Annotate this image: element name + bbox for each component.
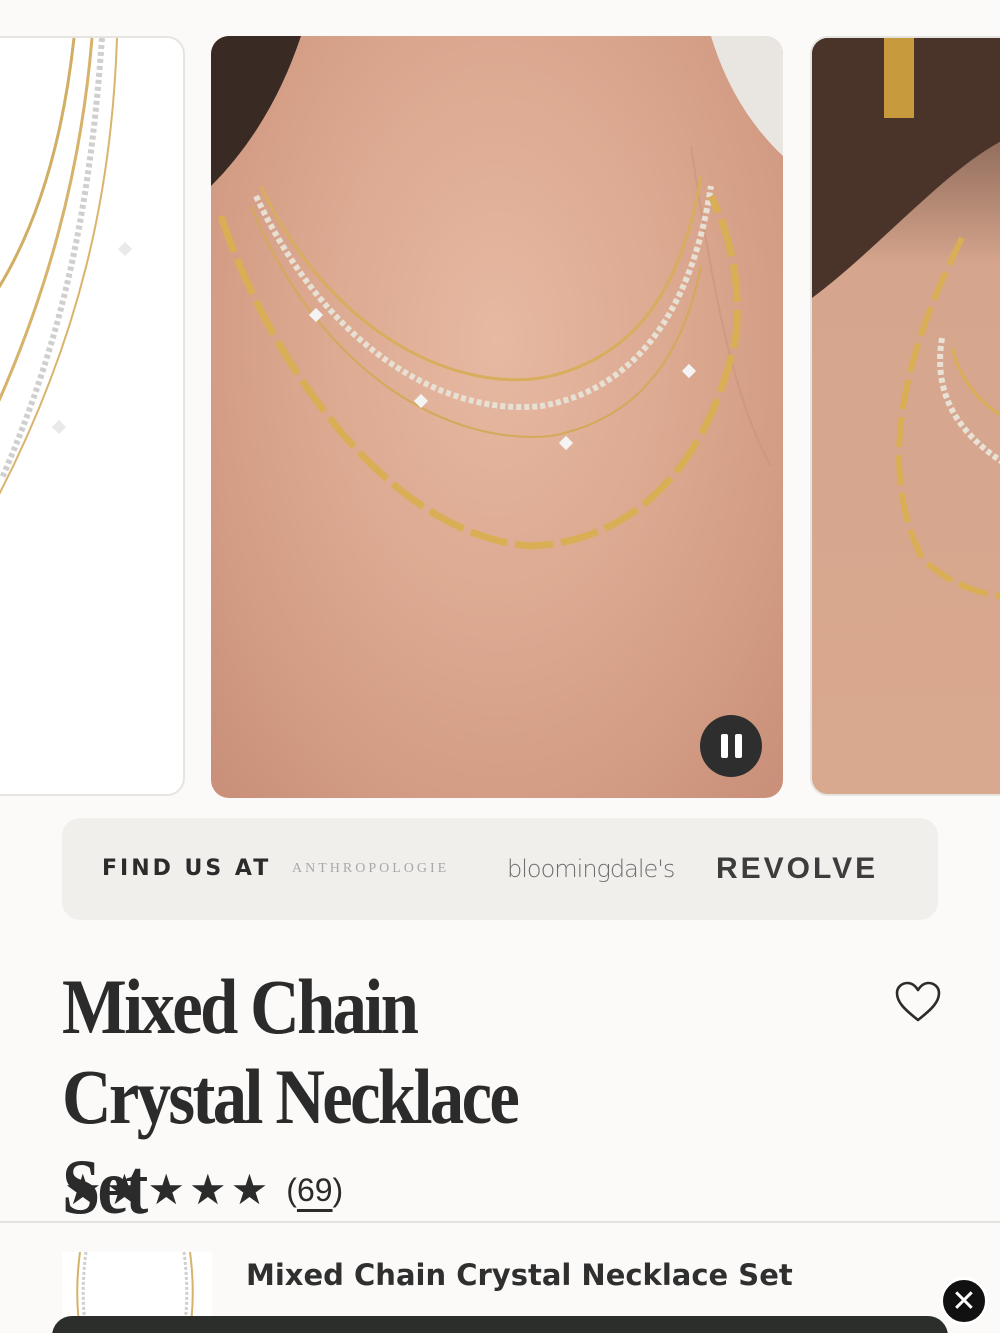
sticky-product-title: Mixed Chain Crystal Necklace Set (246, 1258, 793, 1292)
star-rating: ★ ★ ★ ★ ★ (64, 1168, 268, 1212)
star-icon: ★ (188, 1166, 227, 1213)
necklace-side-illustration (812, 38, 1000, 600)
carousel-image-model-side[interactable] (810, 36, 1000, 796)
brand-revolve-link[interactable]: REVOLVE (716, 818, 878, 920)
image-carousel[interactable] (0, 0, 1000, 800)
review-count: ( 69 ) (286, 1172, 343, 1209)
pause-icon (720, 734, 728, 758)
review-count-link[interactable]: 69 (297, 1172, 333, 1209)
star-icon: ★ (64, 1166, 102, 1213)
necklace-flat-illustration (0, 38, 133, 495)
brand-bloomingdales-link[interactable]: bloomingdale's (507, 818, 675, 920)
close-button[interactable]: ✕ (940, 1277, 988, 1325)
close-icon: ✕ (951, 1283, 977, 1319)
star-icon: ★ (147, 1166, 185, 1213)
pause-icon-bar (734, 734, 742, 758)
star-icon: ★ (230, 1166, 269, 1213)
retailer-panel: FIND US AT ANTHROPOLOGIE bloomingdale's … (62, 818, 938, 920)
add-to-bag-bar[interactable] (52, 1316, 948, 1333)
carousel-image-model[interactable] (211, 36, 783, 798)
carousel-image-product[interactable] (0, 36, 185, 796)
review-count-open: ( (286, 1171, 297, 1208)
product-rating: ★ ★ ★ ★ ★ ( 69 ) (64, 1168, 343, 1212)
brand-anthropologie-link[interactable]: ANTHROPOLOGIE (292, 818, 449, 920)
pause-button[interactable] (700, 715, 762, 777)
heart-outline-icon (895, 981, 941, 1021)
review-count-close: ) (332, 1171, 344, 1208)
necklace-model-illustration (211, 36, 783, 550)
section-divider (0, 1221, 1000, 1223)
star-icon: ★ (105, 1166, 144, 1213)
find-us-label: FIND US AT (102, 856, 272, 881)
wishlist-button[interactable] (892, 980, 944, 1026)
